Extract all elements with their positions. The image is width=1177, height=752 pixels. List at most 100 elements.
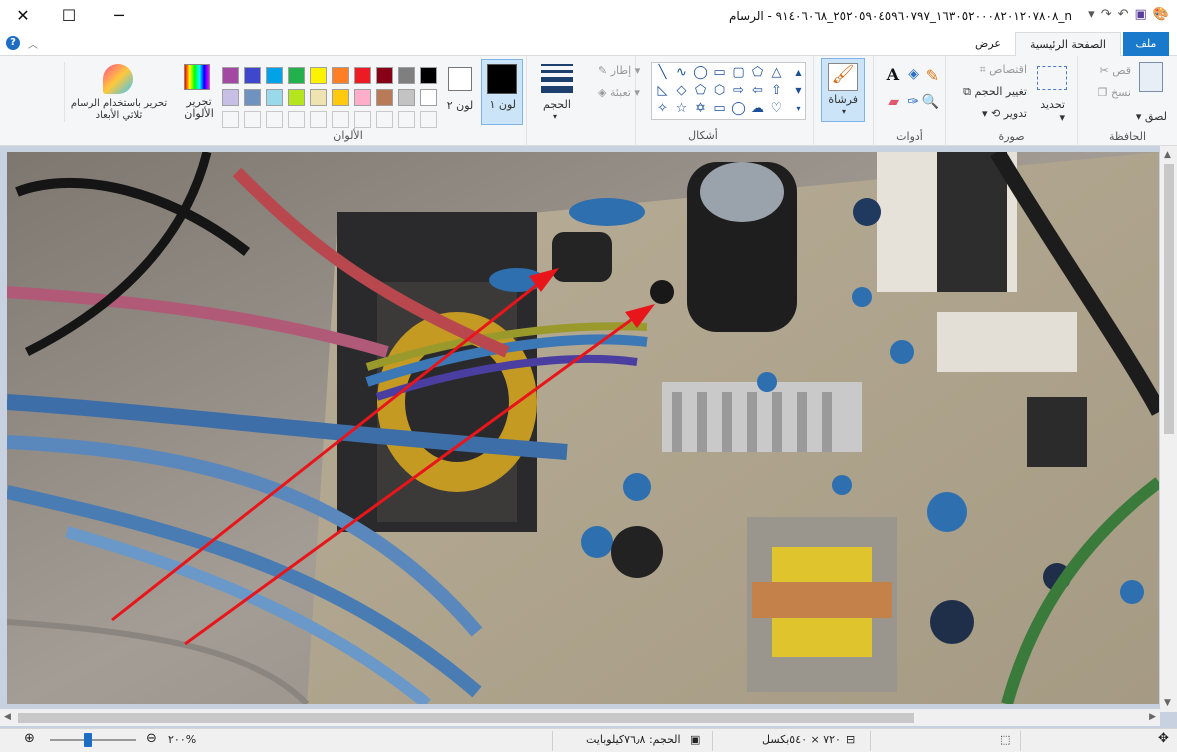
color-swatch[interactable] <box>332 67 349 84</box>
color-swatch[interactable] <box>332 89 349 106</box>
zoom-out-icon[interactable]: ⊖ <box>146 731 157 746</box>
color1-button[interactable]: لون ١ <box>481 59 523 125</box>
color-swatch[interactable] <box>288 89 305 106</box>
polygon-shape-icon[interactable]: ⬠ <box>749 65 766 81</box>
cut-button[interactable]: قص ✂ <box>1100 64 1131 77</box>
custom-color-swatch[interactable] <box>354 111 371 128</box>
up-arrow-shape-icon[interactable]: ⇧ <box>768 83 785 99</box>
right-triangle-shape-icon[interactable]: ◺ <box>654 83 671 99</box>
custom-color-swatch[interactable] <box>420 111 437 128</box>
zoom-slider-thumb[interactable] <box>84 733 92 747</box>
copy-button[interactable]: نسخ ❐ <box>1098 86 1131 99</box>
paste-button[interactable]: لصق ▾ <box>1136 110 1167 123</box>
horizontal-scroll-thumb[interactable] <box>18 713 914 723</box>
right-arrow-shape-icon[interactable]: ⇨ <box>730 83 747 99</box>
zoom-in-icon[interactable]: ⊕ <box>24 731 35 746</box>
custom-color-swatch[interactable] <box>310 111 327 128</box>
color-swatch[interactable] <box>420 89 437 106</box>
scroll-up-icon[interactable]: ▲ <box>1164 150 1171 160</box>
shapes-gallery[interactable]: ╲ ∿ ◯ ▭ ▢ ⬠ △ ◺ ◇ ⬠ ⬡ ⇨ ⇦ ⇧ ✧ ☆ ✡ ▭ ◯ ☁ … <box>651 62 806 120</box>
color-swatch[interactable] <box>354 89 371 106</box>
color2-button[interactable]: لون ٢ <box>442 59 478 125</box>
heart-shape-icon[interactable]: ♡ <box>768 101 785 117</box>
color-swatch[interactable] <box>266 67 283 84</box>
shapes-scroll-down-icon[interactable]: ▼ <box>790 83 807 99</box>
color-swatch[interactable] <box>398 89 415 106</box>
collapse-ribbon-icon[interactable]: ︿ <box>28 36 38 51</box>
callout-rect-shape-icon[interactable]: ▭ <box>711 101 728 117</box>
rotate-button[interactable]: تدوير ⟲ ▾ <box>982 107 1027 120</box>
tab-view[interactable]: عرض <box>965 32 1011 56</box>
horizontal-scrollbar[interactable]: ◀ ▶ <box>0 709 1160 726</box>
color-swatch[interactable] <box>288 67 305 84</box>
triangle-shape-icon[interactable]: △ <box>768 65 785 81</box>
scroll-down-icon[interactable]: ▼ <box>1164 698 1171 708</box>
star5-shape-icon[interactable]: ☆ <box>673 101 690 117</box>
help-icon[interactable]: ? <box>6 36 20 50</box>
pencil-icon[interactable]: ✎ <box>926 66 939 85</box>
undo-icon[interactable]: ↶ <box>1118 7 1129 22</box>
maximize-button[interactable]: ☐ <box>46 0 92 30</box>
magnifier-icon[interactable]: 🔍 <box>922 94 939 110</box>
paste-icon[interactable] <box>1139 62 1163 92</box>
save-icon[interactable]: ▣ <box>1135 7 1147 22</box>
color-swatch[interactable] <box>244 89 261 106</box>
color-swatch[interactable] <box>354 67 371 84</box>
scroll-left-icon[interactable]: ◀ <box>4 712 11 722</box>
color-swatch[interactable] <box>398 67 415 84</box>
custom-color-swatch[interactable] <box>398 111 415 128</box>
color-swatch[interactable] <box>222 89 239 106</box>
outline-button[interactable]: ▾ إطار ✎ <box>598 64 640 77</box>
color-swatch[interactable] <box>376 89 393 106</box>
scroll-right-icon[interactable]: ▶ <box>1149 712 1156 722</box>
custom-color-swatch[interactable] <box>266 111 283 128</box>
rounded-rect-shape-icon[interactable]: ▢ <box>730 65 747 81</box>
paint3d-button[interactable]: تحرير باستخدام الرسام ثلاثي الأبعاد <box>64 62 172 122</box>
fill-icon[interactable]: ◈ <box>908 66 919 82</box>
star6-shape-icon[interactable]: ✡ <box>692 101 709 117</box>
callout-oval-shape-icon[interactable]: ◯ <box>730 101 747 117</box>
size-group[interactable]: الحجم ▾ <box>526 56 586 146</box>
redo-icon[interactable]: ↷ <box>1101 7 1112 22</box>
line-shape-icon[interactable]: ╲ <box>654 65 671 81</box>
select-icon[interactable] <box>1037 66 1067 90</box>
customize-qat-icon[interactable]: ▾ <box>1088 7 1095 22</box>
hexagon-shape-icon[interactable]: ⬡ <box>711 83 728 99</box>
left-arrow-shape-icon[interactable]: ⇦ <box>749 83 766 99</box>
brushes-button[interactable]: 🖌 فرشاة ▾ <box>821 58 865 122</box>
custom-color-swatch[interactable] <box>244 111 261 128</box>
rectangle-shape-icon[interactable]: ▭ <box>711 65 728 81</box>
edit-colors-button[interactable]: تحرير الألوان <box>179 62 217 122</box>
star4-shape-icon[interactable]: ✧ <box>654 101 671 117</box>
resize-button[interactable]: تغيير الحجم ⧉ <box>963 85 1027 99</box>
curve-shape-icon[interactable]: ∿ <box>673 65 690 81</box>
custom-color-swatch[interactable] <box>332 111 349 128</box>
color-swatch[interactable] <box>420 67 437 84</box>
color-swatch[interactable] <box>266 89 283 106</box>
color-picker-icon[interactable]: ✑ <box>907 94 919 110</box>
vertical-scroll-thumb[interactable] <box>1164 164 1174 434</box>
color-swatch[interactable] <box>244 67 261 84</box>
vertical-scrollbar[interactable]: ▲ ▼ <box>1160 146 1177 712</box>
tab-file[interactable]: ملف <box>1123 32 1169 56</box>
minimize-button[interactable]: ─ <box>96 0 142 30</box>
custom-color-swatch[interactable] <box>376 111 393 128</box>
shapes-scroll-up-icon[interactable]: ▲ <box>790 65 807 81</box>
color-swatch[interactable] <box>310 89 327 106</box>
oval-shape-icon[interactable]: ◯ <box>692 65 709 81</box>
shapes-more-icon[interactable]: ▾ <box>790 101 807 117</box>
close-button[interactable]: ✕ <box>0 0 46 30</box>
diamond-shape-icon[interactable]: ◇ <box>673 83 690 99</box>
fill-button[interactable]: ▾ تعبئة ◈ <box>598 86 640 99</box>
text-icon[interactable]: A <box>887 65 899 84</box>
eraser-icon[interactable]: ▰ <box>888 94 899 110</box>
crop-button[interactable]: اقتصاص ⌗ <box>979 63 1027 77</box>
custom-color-swatch[interactable] <box>288 111 305 128</box>
tab-home[interactable]: الصفحة الرئيسية <box>1015 32 1121 57</box>
select-button[interactable]: تحديد ▾ <box>1040 98 1065 124</box>
color-swatch[interactable] <box>310 67 327 84</box>
zoom-slider-track[interactable] <box>50 739 136 741</box>
canvas-image[interactable] <box>7 152 1159 704</box>
color-swatch[interactable] <box>376 67 393 84</box>
callout-cloud-shape-icon[interactable]: ☁ <box>749 101 766 117</box>
